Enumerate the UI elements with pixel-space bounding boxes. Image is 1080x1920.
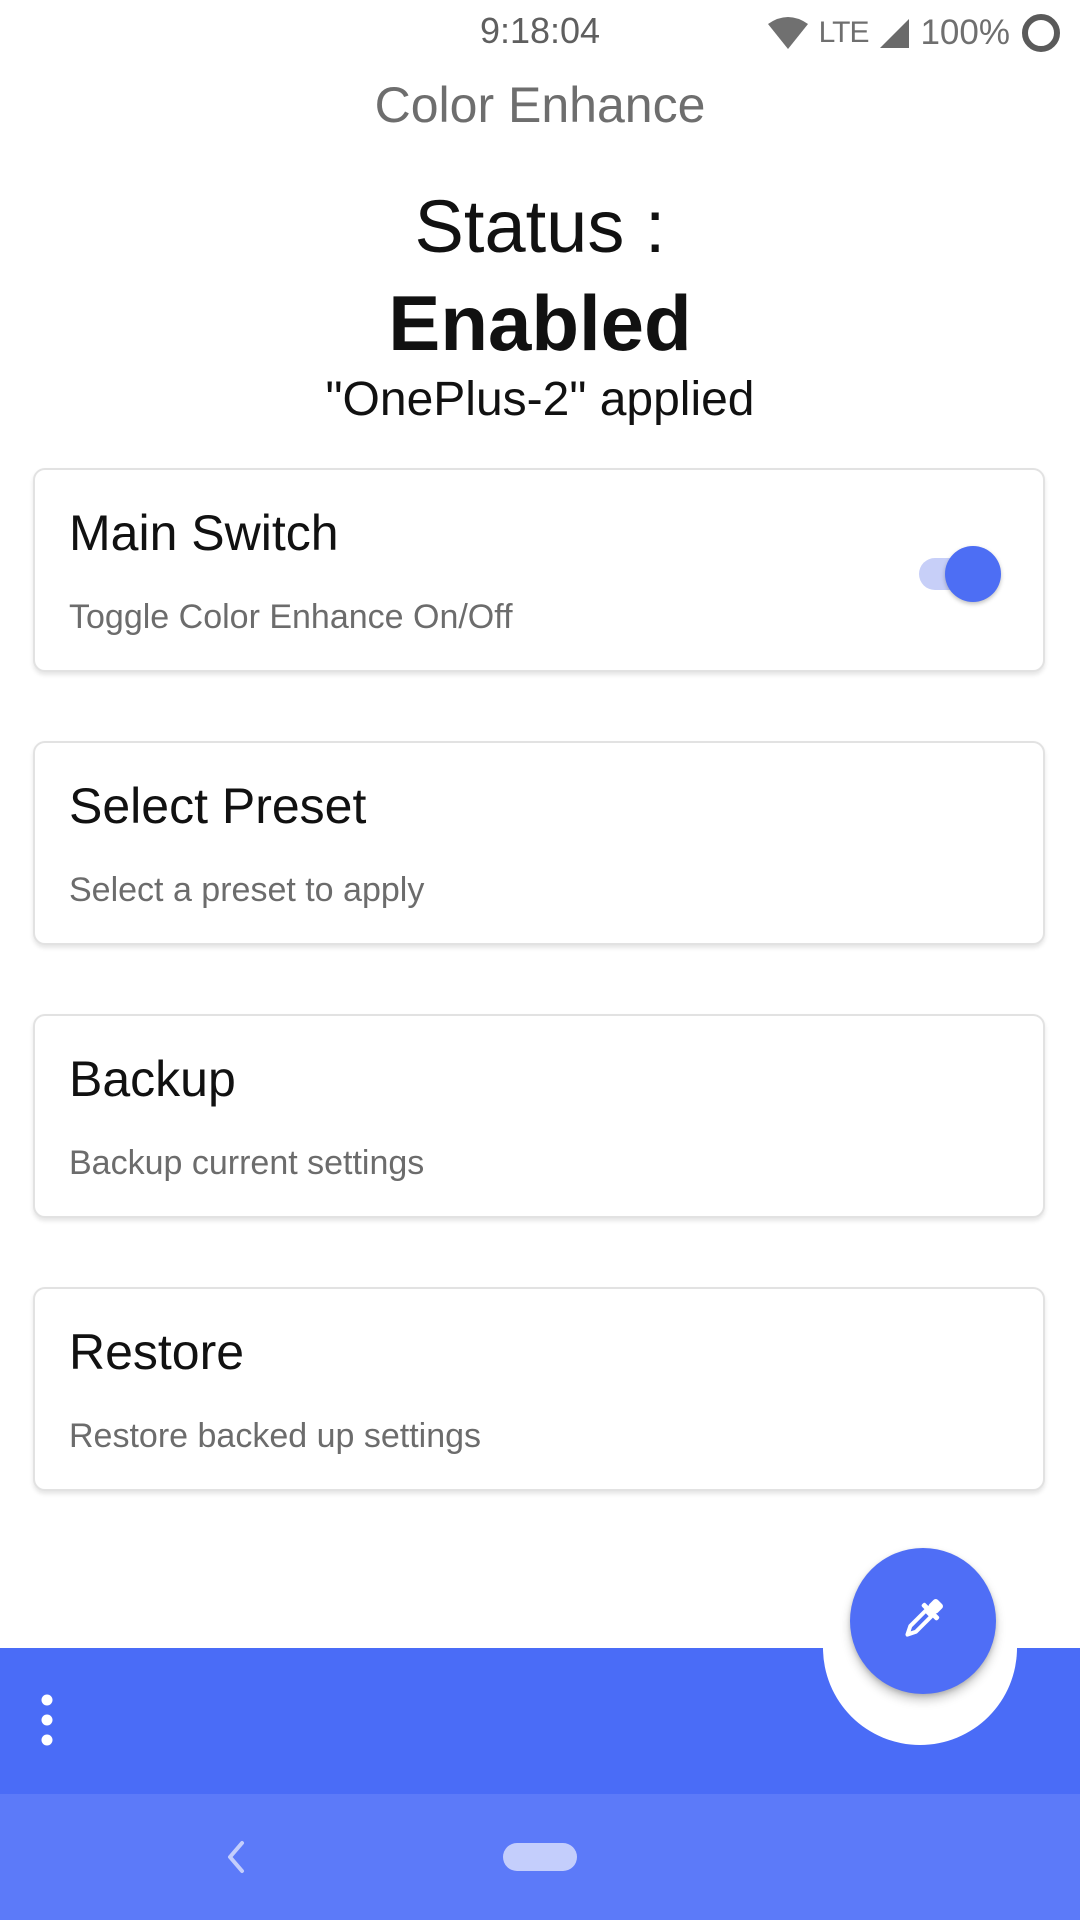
main-switch-toggle[interactable]: [919, 546, 1001, 602]
battery-icon: [1020, 12, 1062, 54]
status-icons: LTE 100%: [767, 10, 1062, 56]
card-title: Restore: [69, 1324, 245, 1380]
main-switch-card[interactable]: Main Switch Toggle Color Enhance On/Off: [33, 468, 1045, 672]
card-subtitle: Backup current settings: [69, 1144, 425, 1182]
select-preset-card[interactable]: Select Preset Select a preset to apply: [33, 741, 1045, 945]
home-pill-icon[interactable]: [503, 1843, 577, 1871]
signal-icon: [878, 17, 910, 49]
eyedropper-fab-button[interactable]: [850, 1548, 996, 1694]
backup-card[interactable]: Backup Backup current settings: [33, 1014, 1045, 1218]
card-subtitle: Toggle Color Enhance On/Off: [69, 598, 513, 636]
network-type: LTE: [818, 16, 870, 49]
restore-card[interactable]: Restore Restore backed up settings: [33, 1287, 1045, 1491]
more-vert-icon[interactable]: [22, 1692, 72, 1748]
card-title: Backup: [69, 1051, 236, 1107]
system-navigation-bar: [0, 1794, 1080, 1920]
battery-percent: 100%: [920, 13, 1010, 52]
card-title: Select Preset: [69, 778, 367, 834]
applied-preset-text: "OnePlus-2" applied: [325, 373, 755, 426]
eyedropper-icon: [895, 1591, 951, 1652]
status-bar: 9:18:04 LTE 100%: [0, 0, 1080, 66]
card-subtitle: Select a preset to apply: [69, 871, 425, 909]
wifi-icon: [767, 16, 809, 50]
card-subtitle: Restore backed up settings: [69, 1417, 482, 1455]
card-title: Main Switch: [69, 505, 339, 561]
back-chevron-icon[interactable]: [216, 1834, 256, 1880]
app-title: Color Enhance: [374, 77, 706, 133]
status-value: Enabled: [388, 279, 692, 367]
toggle-thumb: [945, 546, 1001, 602]
status-label: Status :: [414, 185, 666, 268]
